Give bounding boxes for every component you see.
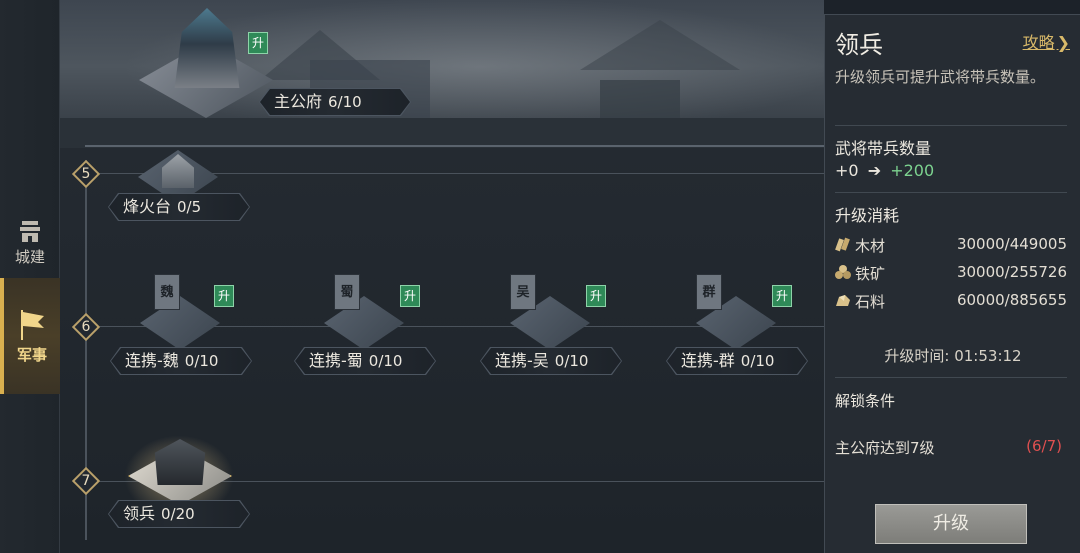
war-flag-icon [21, 310, 44, 340]
detail-panel: 领兵 攻略 ❯ 升级领兵可提升武将带兵数量。 武将带兵数量 +0 ➔ +200 升… [824, 14, 1080, 553]
alliance-wei-node[interactable]: 魏 升 连携-魏 0/10 [110, 266, 254, 376]
command-troops-node[interactable]: 领兵 0/20 [108, 425, 252, 535]
alliance-shu-node[interactable]: 蜀 升 连携-蜀 0/10 [294, 266, 438, 376]
guide-link[interactable]: 攻略 ❯ [1023, 29, 1070, 53]
node-label: 连携-蜀 0/10 [295, 348, 435, 374]
nav-item-military[interactable]: 军事 [0, 278, 60, 394]
panel-title: 领兵 [835, 31, 883, 59]
beacon-tower-node[interactable]: 烽火台 0/5 [108, 148, 252, 220]
node-label: 主公府 6/10 [260, 89, 410, 115]
node-label: 连携-魏 0/10 [111, 348, 251, 374]
cost-title: 升级消耗 [835, 206, 900, 225]
faction-flag-icon: 吴 [510, 274, 536, 310]
node-label: 领兵 0/20 [109, 501, 249, 527]
main-hall-building-icon [174, 8, 240, 88]
arrow-right-icon: ➔ [867, 161, 882, 180]
resource-row: 木材 30000/449005 [835, 232, 1067, 258]
resource-row: 石料 60000/885655 [835, 288, 1067, 314]
faction-flag-icon: 群 [696, 274, 722, 310]
main-hall-node[interactable]: 升 主公府 6/10 [135, 0, 425, 120]
unlock-title: 解锁条件 [835, 392, 896, 410]
nav-item-label: 军事 [16, 346, 47, 364]
panel-description: 升级领兵可提升武将带兵数量。 [835, 68, 1046, 86]
upgrade-button[interactable]: 升级 [875, 504, 1027, 544]
node-label: 连携-吴 0/10 [481, 348, 621, 374]
node-label: 烽火台 0/5 [109, 194, 249, 220]
upgrade-time: 升级时间: 01:53:12 [884, 347, 1022, 365]
nav-item-city[interactable]: 城建 [0, 210, 60, 272]
beacon-building-icon [162, 154, 194, 188]
iron-ore-icon [835, 265, 851, 279]
stat-title: 武将带兵数量 [835, 139, 932, 158]
node-label: 连携-群 0/10 [667, 348, 807, 374]
side-navigation: 城建 军事 [0, 0, 60, 553]
nav-item-label: 城建 [14, 248, 45, 266]
upgrade-badge: 升 [400, 285, 420, 307]
tier-marker: 6 [71, 312, 101, 342]
alliance-qun-node[interactable]: 群 升 连携-群 0/10 [666, 266, 810, 376]
tier-marker: 7 [71, 466, 101, 496]
stat-change: +0 ➔ +200 [835, 161, 935, 180]
upgrade-badge: 升 [248, 32, 268, 54]
stone-icon [836, 295, 850, 306]
city-wall-icon [20, 221, 40, 242]
tier-marker: 5 [71, 159, 101, 189]
unlock-condition: 主公府达到7级 [835, 439, 935, 457]
upgrade-badge: 升 [772, 285, 792, 307]
faction-flag-icon: 蜀 [334, 274, 360, 310]
upgrade-badge: 升 [586, 285, 606, 307]
wood-icon [835, 237, 850, 252]
unlock-progress: (6/7) [1026, 437, 1062, 455]
resource-row: 铁矿 30000/255726 [835, 260, 1067, 286]
faction-flag-icon: 魏 [154, 274, 180, 310]
chevron-right-icon: ❯ [1056, 33, 1070, 52]
upgrade-badge: 升 [214, 285, 234, 307]
alliance-wu-node[interactable]: 吴 升 连携-吴 0/10 [480, 266, 624, 376]
